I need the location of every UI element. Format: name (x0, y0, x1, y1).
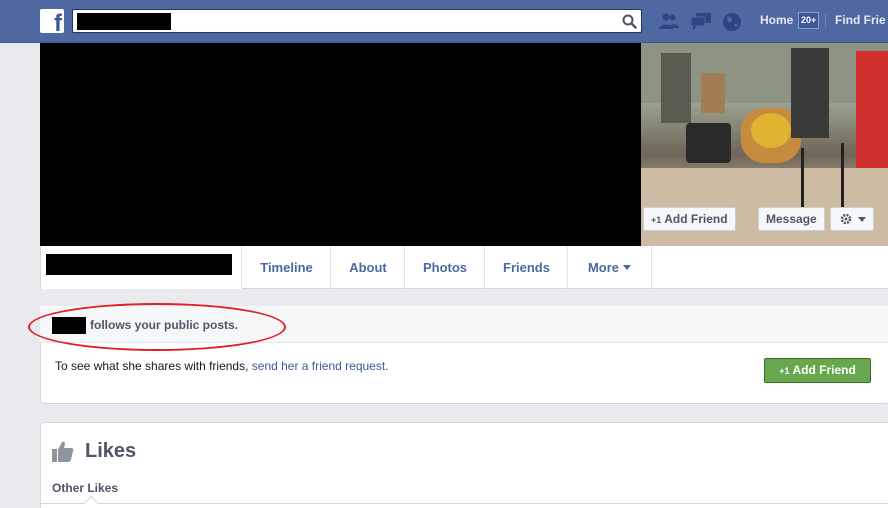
tab-timeline[interactable]: Timeline (241, 246, 331, 289)
annotation-ellipse (28, 303, 286, 351)
friend-requests-icon[interactable] (659, 12, 679, 30)
cover-add-friend-button[interactable]: +1 Add Friend (643, 207, 736, 231)
likes-card (40, 422, 888, 508)
home-link[interactable]: Home (760, 13, 793, 27)
home-count-badge: 20+ (798, 12, 820, 29)
tab-photos[interactable]: Photos (404, 246, 485, 289)
tab-friends[interactable]: Friends (484, 246, 568, 289)
likes-title: Likes (85, 440, 137, 462)
friend-request-prompt: To see what she shares with friends, sen… (55, 359, 389, 373)
tab-more[interactable]: More (567, 246, 652, 289)
nav-divider (825, 14, 826, 28)
tab-about[interactable]: About (330, 246, 405, 289)
search-redaction (77, 13, 171, 30)
more-options-button[interactable] (830, 207, 874, 231)
gear-icon (840, 213, 852, 225)
messages-icon[interactable] (690, 12, 711, 30)
send-friend-request-link[interactable]: send her a friend request. (252, 359, 389, 373)
likes-divider (40, 503, 888, 504)
search-input[interactable] (72, 9, 642, 33)
chevron-down-icon (623, 265, 632, 270)
chevron-down-icon (858, 217, 866, 222)
notifications-globe-icon[interactable] (722, 12, 742, 31)
search-icon[interactable] (622, 14, 637, 29)
message-button[interactable]: Message (758, 207, 825, 231)
find-friends-link[interactable]: Find Frie (835, 13, 886, 27)
other-likes-tab[interactable]: Other Likes (52, 481, 118, 495)
add-friend-button[interactable]: +1 Add Friend (764, 358, 871, 383)
facebook-logo-icon[interactable]: f (40, 9, 64, 33)
profile-tabs: Timeline About Photos Friends More (241, 246, 888, 289)
profile-name-redaction (46, 254, 232, 275)
thumbs-up-icon (52, 441, 74, 462)
